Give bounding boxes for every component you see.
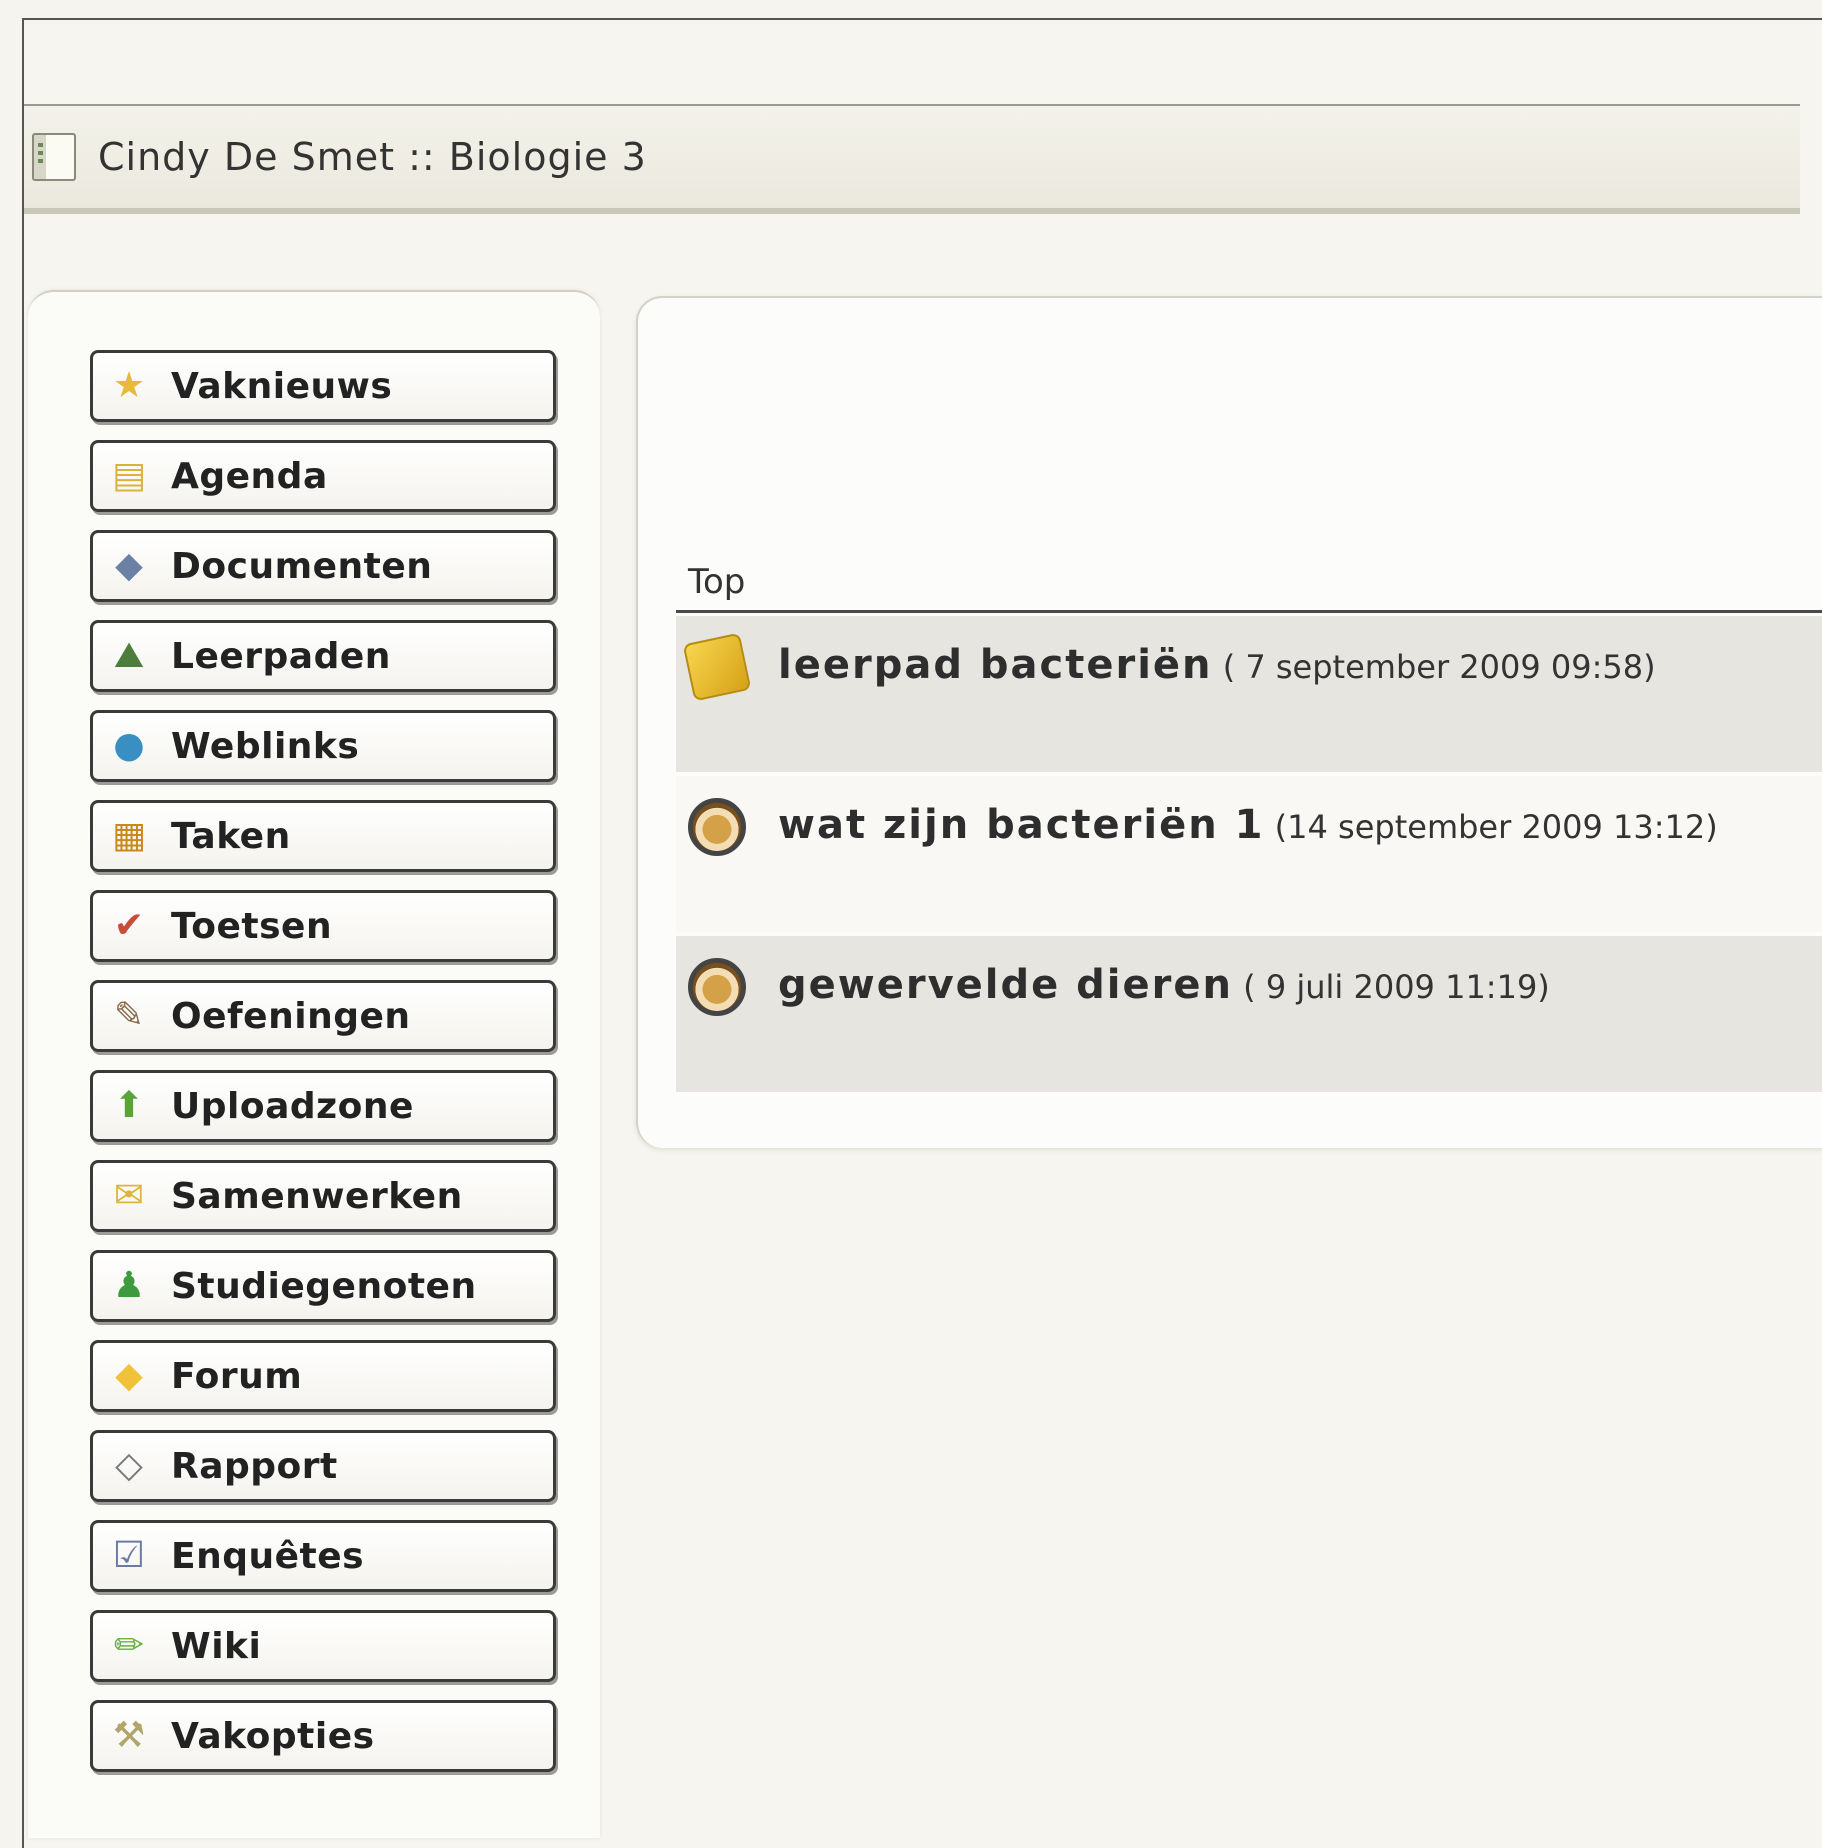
sidebar-item-uploadzone[interactable]: ⬆ Uploadzone bbox=[90, 1070, 556, 1142]
top-item-link[interactable]: leerpad bacteriën bbox=[778, 642, 1213, 688]
sidebar-item-forum[interactable]: ◆ Forum bbox=[90, 1340, 556, 1412]
sidebar-item-vakopties[interactable]: ⚒ Vakopties bbox=[90, 1700, 556, 1772]
sidebar-item-label: Weblinks bbox=[171, 725, 360, 767]
sidebar-item-wiki[interactable]: ✏ Wiki bbox=[90, 1610, 556, 1682]
folder-icon: ◆ bbox=[115, 545, 143, 586]
top-item-date: ( 9 juli 2009 11:19) bbox=[1232, 968, 1550, 1006]
sidebar-item-label: Enquêtes bbox=[171, 1535, 365, 1577]
sidebar-item-label: Leerpaden bbox=[171, 635, 391, 677]
sidebar-item-toetsen[interactable]: ✔ Toetsen bbox=[90, 890, 556, 962]
top-item-link[interactable]: gewervelde dieren bbox=[778, 962, 1233, 1008]
collaborate-icon: ✉ bbox=[113, 1175, 145, 1216]
top-item-row: gewervelde dieren ( 9 juli 2009 11:19) bbox=[676, 936, 1822, 1092]
globe-icon: ● bbox=[113, 725, 145, 766]
top-item-row: leerpad bacteriën ( 7 september 2009 09:… bbox=[676, 616, 1822, 772]
sidebar-item-rapport[interactable]: ◇ Rapport bbox=[90, 1430, 556, 1502]
learning-path-icon: ⛰ bbox=[113, 635, 145, 676]
course-title: Cindy De Smet :: Biologie 3 bbox=[98, 135, 647, 179]
top-item-date: (14 september 2009 13:12) bbox=[1264, 808, 1718, 846]
top-item-row: wat zijn bacteriën 1 (14 september 2009 … bbox=[676, 776, 1822, 932]
sidebar-item-label: Documenten bbox=[171, 545, 433, 587]
top-item-link[interactable]: wat zijn bacteriën 1 bbox=[778, 802, 1264, 848]
sidebar-item-vaknieuws[interactable]: ★ Vaknieuws bbox=[90, 350, 556, 422]
tasks-icon: ▦ bbox=[111, 815, 146, 856]
sidebar-item-samenwerken[interactable]: ✉ Samenwerken bbox=[90, 1160, 556, 1232]
learning-path-cube-icon bbox=[682, 632, 752, 702]
person-icon: ♟ bbox=[112, 1265, 146, 1306]
top-item-date: ( 7 september 2009 09:58) bbox=[1212, 648, 1656, 686]
sidebar-item-label: Vaknieuws bbox=[171, 365, 393, 407]
notepad-icon: ▤ bbox=[111, 455, 146, 496]
sidebar-item-enquetes[interactable]: ☑ Enquêtes bbox=[90, 1520, 556, 1592]
course-book-icon bbox=[32, 133, 76, 181]
sidebar-item-agenda[interactable]: ▤ Agenda bbox=[90, 440, 556, 512]
sidebar-item-label: Forum bbox=[171, 1355, 303, 1397]
pencil-icon: ✏ bbox=[113, 1625, 145, 1666]
upload-icon: ⬆ bbox=[113, 1085, 145, 1126]
sidebar-item-label: Samenwerken bbox=[171, 1175, 463, 1217]
cake-icon bbox=[688, 958, 750, 1020]
section-title: Top bbox=[688, 562, 746, 602]
report-icon: ◇ bbox=[115, 1445, 143, 1486]
sidebar-item-taken[interactable]: ▦ Taken bbox=[90, 800, 556, 872]
sidebar-item-label: Toetsen bbox=[171, 905, 333, 947]
cake-icon bbox=[688, 798, 750, 860]
sidebar-item-label: Rapport bbox=[171, 1445, 338, 1487]
tool-menu: ★ Vaknieuws ▤ Agenda ◆ Documenten ⛰ Leerpaden ● W… bbox=[90, 350, 556, 1790]
sidebar-item-label: Agenda bbox=[171, 455, 328, 497]
sidebar-item-label: Uploadzone bbox=[171, 1085, 414, 1127]
forum-icon: ◆ bbox=[115, 1355, 143, 1396]
sidebar-item-label: Taken bbox=[171, 815, 291, 857]
section-divider bbox=[676, 610, 1822, 613]
sidebar-item-studiegenoten[interactable]: ♟ Studiegenoten bbox=[90, 1250, 556, 1322]
sidebar-item-label: Oefeningen bbox=[171, 995, 411, 1037]
course-title-bar: Cindy De Smet :: Biologie 3 bbox=[24, 104, 1800, 214]
survey-icon: ☑ bbox=[112, 1535, 146, 1576]
sidebar-item-weblinks[interactable]: ● Weblinks bbox=[90, 710, 556, 782]
sidebar-item-label: Vakopties bbox=[171, 1715, 375, 1757]
exercises-icon: ✎ bbox=[113, 995, 145, 1036]
sidebar-item-label: Wiki bbox=[171, 1625, 262, 1667]
quiz-icon: ✔ bbox=[113, 905, 145, 946]
sidebar-item-oefeningen[interactable]: ✎ Oefeningen bbox=[90, 980, 556, 1052]
tools-icon: ⚒ bbox=[112, 1715, 146, 1756]
sidebar-item-leerpaden[interactable]: ⛰ Leerpaden bbox=[90, 620, 556, 692]
sidebar-item-documenten[interactable]: ◆ Documenten bbox=[90, 530, 556, 602]
sidebar-item-label: Studiegenoten bbox=[171, 1265, 477, 1307]
star-icon: ★ bbox=[112, 365, 146, 406]
